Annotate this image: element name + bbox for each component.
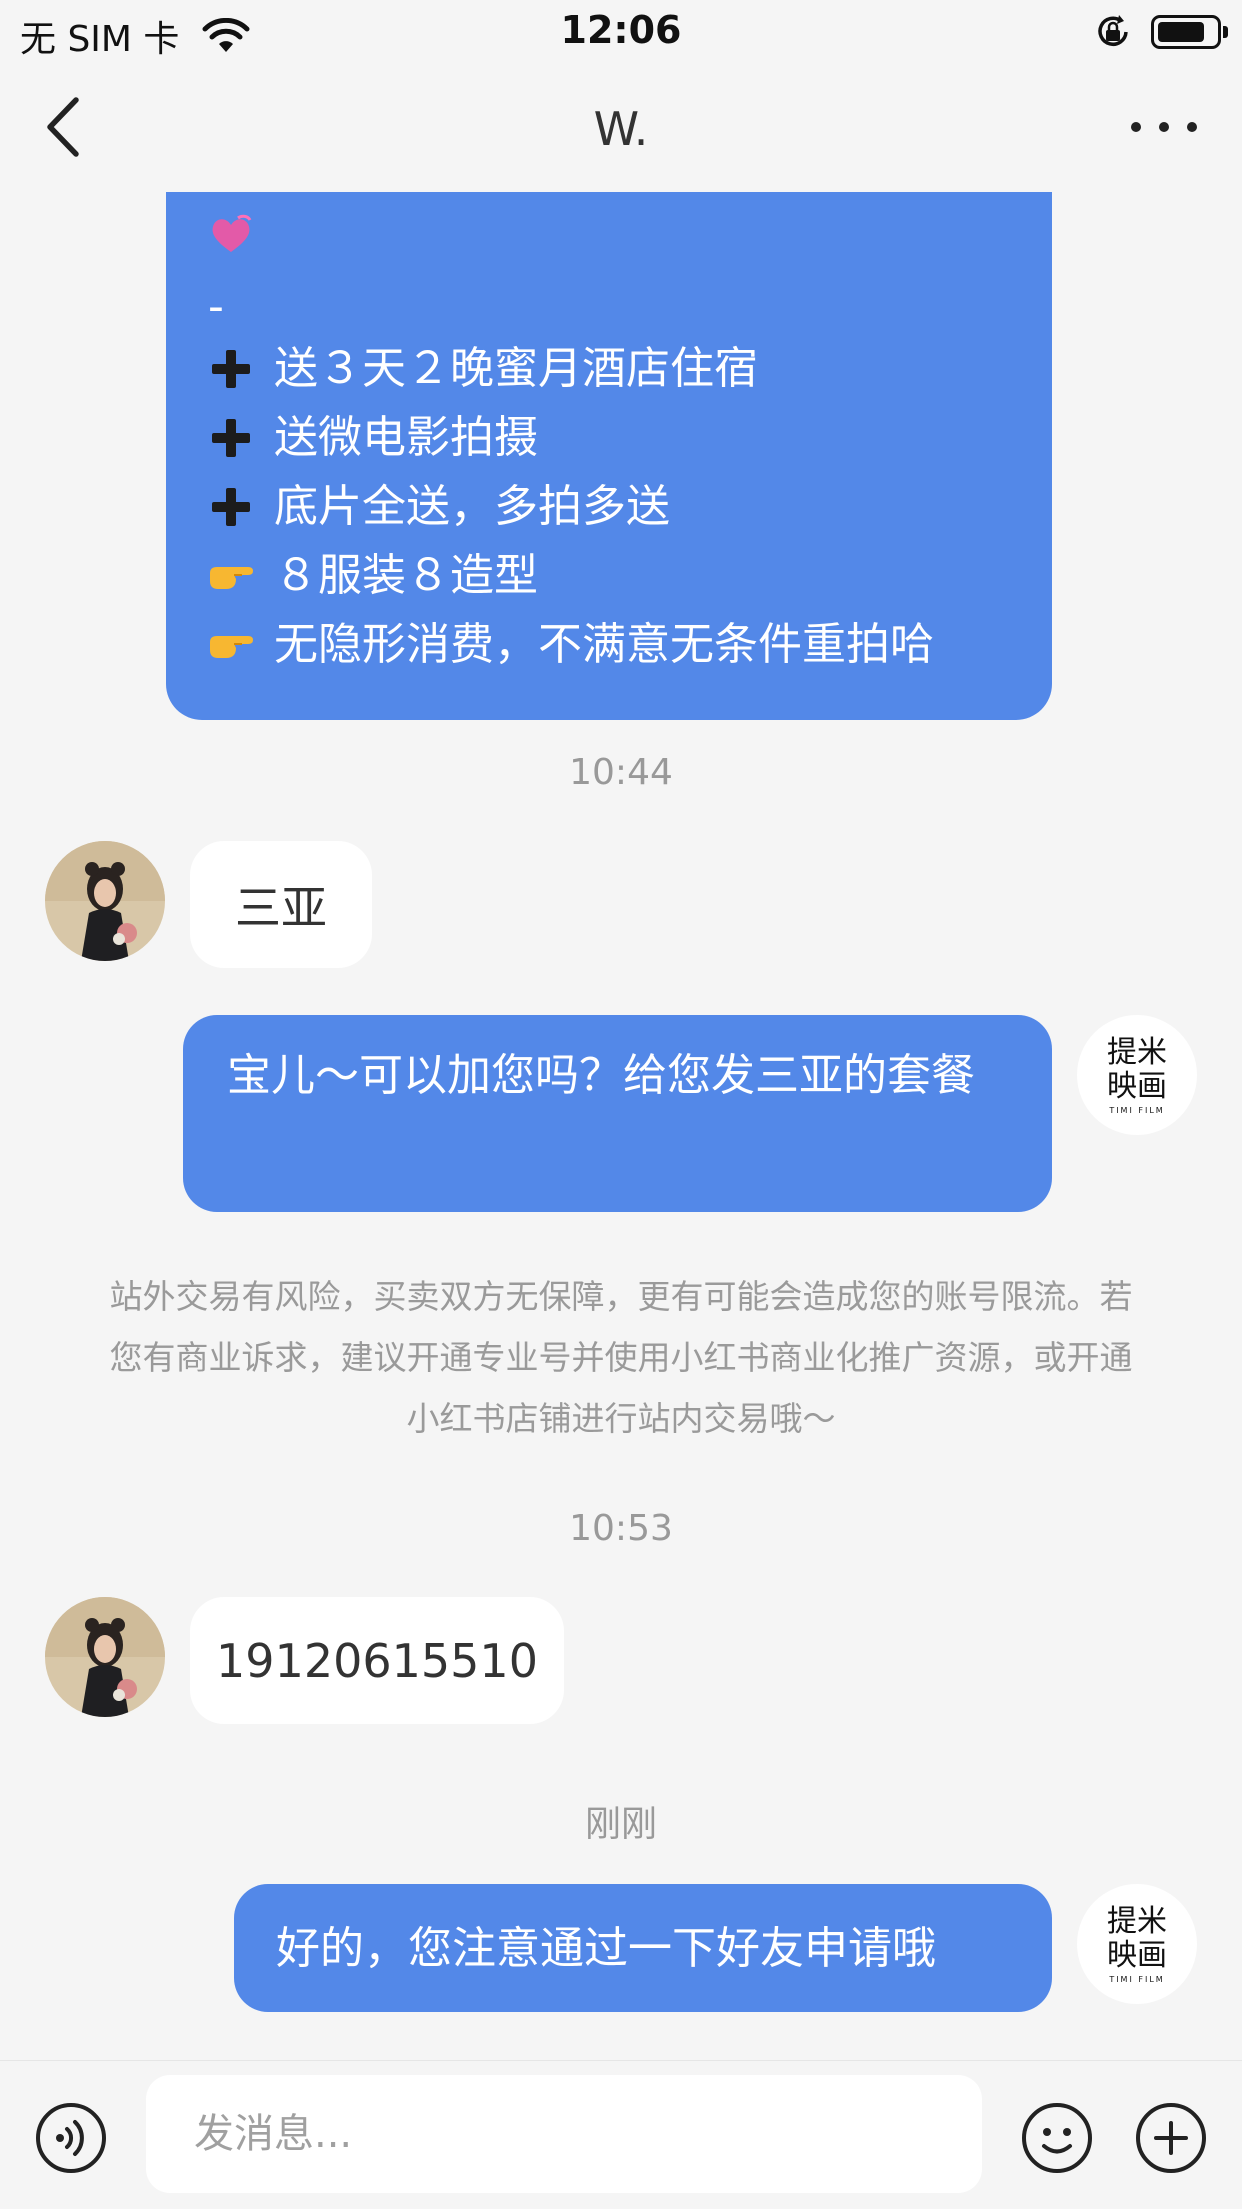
message-list[interactable]: - 送３天２晚蜜月酒店住宿 送微电影拍摄 底片全送，多拍多送 ８服装８造型 无隐…	[0, 192, 1242, 2060]
plus-icon	[212, 349, 250, 388]
brand-logo-subtext: TIMI FILM	[1109, 1105, 1165, 1115]
promo-line: 送３天２晚蜜月酒店住宿	[208, 334, 1052, 403]
emoji-icon[interactable]	[1020, 2101, 1094, 2175]
brand-logo-text: 提米	[1107, 1903, 1167, 1939]
outgoing-message-bubble[interactable]: 宝儿～可以加您吗？给您发三亚的套餐	[183, 1015, 1052, 1212]
status-right	[1093, 12, 1228, 52]
message-text: 宝儿～可以加您吗？给您发三亚的套餐	[227, 1050, 975, 1101]
message-text: 好的，您注意通过一下好友申请哦	[276, 1922, 936, 1974]
brand-logo-text: 映画	[1107, 1937, 1167, 1973]
promo-line	[208, 192, 1052, 278]
promo-line: -	[208, 278, 1052, 334]
battery-tip	[1223, 26, 1228, 38]
contact-avatar[interactable]	[45, 1597, 165, 1717]
my-avatar[interactable]: 提米 映画 TIMI FILM	[1077, 1015, 1197, 1135]
nav-bar: W.	[0, 62, 1242, 192]
promo-dash: -	[208, 280, 224, 332]
promo-line: 底片全送，多拍多送	[208, 472, 1052, 541]
message-text: 三亚	[235, 880, 327, 935]
more-button[interactable]	[1126, 112, 1202, 142]
message-text: 19120615510	[216, 1633, 538, 1688]
status-bar: 无 SIM 卡 12:06	[0, 0, 1242, 62]
contact-avatar-image	[45, 841, 165, 961]
rotation-lock-icon	[1098, 15, 1128, 46]
risk-notice: 站外交易有风险，买卖双方无保障，更有可能会造成您的账号限流。若您有商业诉求，建议…	[109, 1277, 1133, 1438]
battery-icon	[1151, 15, 1221, 49]
brand-logo-text: 提米	[1107, 1034, 1167, 1070]
promo-text: 送微电影拍摄	[274, 412, 538, 463]
promo-text: 底片全送，多拍多送	[274, 481, 670, 532]
promo-text: 送３天２晚蜜月酒店住宿	[274, 343, 758, 394]
plus-circle-icon[interactable]	[1134, 2101, 1208, 2175]
brand-logo-subtext: TIMI FILM	[1109, 1974, 1165, 1984]
promo-text: ８服装８造型	[274, 550, 538, 601]
timestamp: 刚刚	[584, 1804, 657, 1845]
chat-title: W.	[593, 102, 649, 156]
promo-line: 无隐形消费，不满意无条件重拍哈	[208, 610, 1052, 679]
incoming-message-bubble[interactable]: 三亚	[190, 841, 372, 968]
promo-message-bubble[interactable]: - 送３天２晚蜜月酒店住宿 送微电影拍摄 底片全送，多拍多送 ８服装８造型 无隐…	[166, 192, 1052, 720]
pointing-hand-icon	[210, 566, 253, 589]
contact-avatar-image	[45, 1597, 165, 1717]
heart-icon	[212, 214, 252, 252]
plus-icon	[212, 487, 250, 526]
brand-logo-text: 映画	[1107, 1068, 1167, 1104]
promo-line: ８服装８造型	[208, 541, 1052, 610]
outgoing-message-bubble[interactable]: 好的，您注意通过一下好友申请哦	[234, 1884, 1052, 2012]
message-input[interactable]	[146, 2075, 982, 2193]
promo-line: 送微电影拍摄	[208, 403, 1052, 472]
promo-text: 无隐形消费，不满意无条件重拍哈	[274, 619, 934, 670]
timestamp: 10:44	[569, 752, 673, 793]
status-time: 12:06	[560, 8, 682, 52]
contact-avatar[interactable]	[45, 841, 165, 961]
input-bar	[0, 2060, 1242, 2209]
voice-icon[interactable]	[34, 2101, 108, 2175]
plus-icon	[212, 418, 250, 457]
timestamp: 10:53	[569, 1508, 673, 1549]
my-avatar[interactable]: 提米 映画 TIMI FILM	[1077, 1884, 1197, 2004]
pointing-hand-icon	[210, 635, 253, 658]
incoming-message-bubble[interactable]: 19120615510	[190, 1597, 564, 1724]
